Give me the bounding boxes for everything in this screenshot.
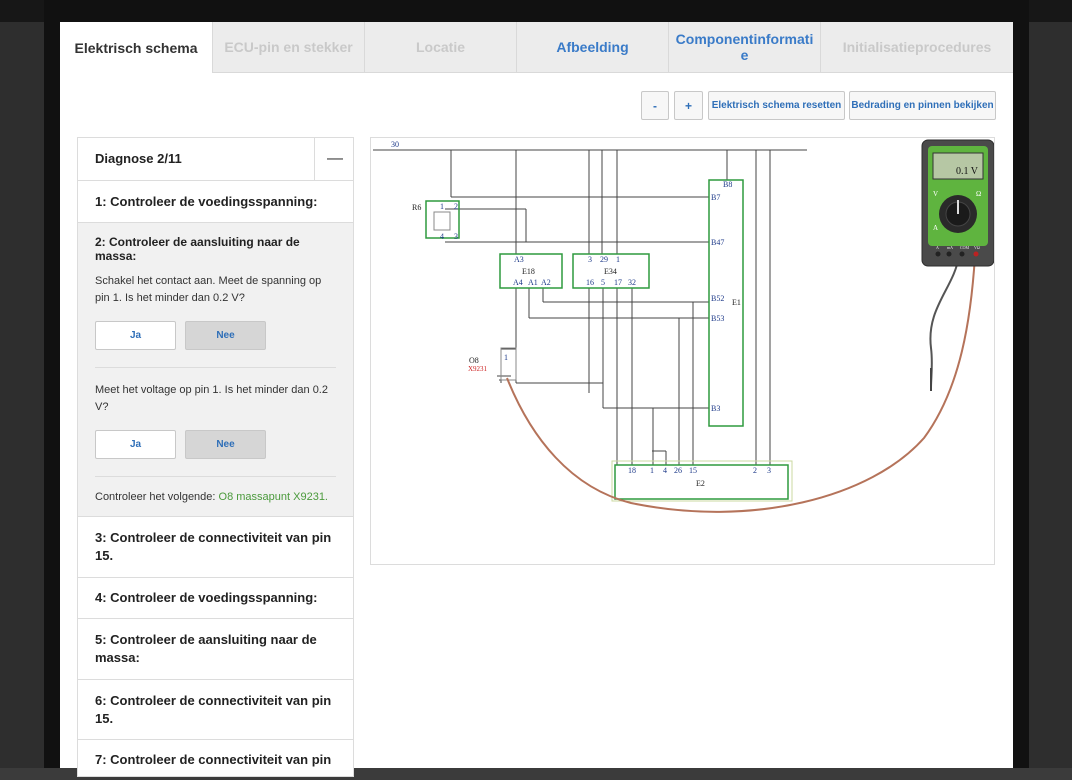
o8-name: O8 (469, 356, 479, 365)
collapse-button[interactable]: — (314, 138, 355, 180)
step-2-title: 2: Controleer de aansluiting naar de mas… (95, 235, 300, 263)
yes-button[interactable]: Ja (95, 321, 176, 350)
o8-sub: X9231 (468, 365, 488, 373)
e1-pin: B52 (711, 294, 724, 303)
diagnosis-title: Diagnose 2/11 (95, 151, 182, 166)
e34-top-pin: 3 (588, 255, 592, 264)
e2-pin: 2 (753, 466, 757, 475)
background-right (1029, 22, 1072, 768)
e1-pin: B8 (723, 180, 732, 189)
check-instruction: Controleer het volgende: O8 massapunt X9… (95, 491, 336, 503)
e18-pin: A4 (513, 278, 523, 287)
e34-top-pin: 1 (616, 255, 620, 264)
step-6[interactable]: 6: Controleer de connectiviteit van pin … (78, 680, 353, 740)
e1-pin: B53 (711, 314, 724, 323)
tab-componentinformatie[interactable]: Componentinformati e (668, 22, 820, 73)
r6-name: R6 (412, 203, 421, 212)
r6-pin: 2 (454, 202, 458, 211)
o8-pin: 1 (504, 353, 508, 362)
background-left (0, 22, 44, 768)
e2-pin: 3 (767, 466, 771, 475)
check-prefix: Controleer het volgende: (95, 491, 216, 503)
e18-name: E18 (522, 267, 535, 276)
e2-pin: 15 (689, 466, 697, 475)
step-3[interactable]: 3: Controleer de connectiviteit van pin … (78, 517, 353, 578)
e1-name: E1 (732, 298, 741, 307)
zoom-out-button[interactable]: - (641, 91, 669, 120)
e2-pin: 1 (650, 466, 654, 475)
step-1[interactable]: 1: Controleer de voedingsspanning: (78, 181, 353, 223)
tab-locatie: Locatie (364, 22, 516, 73)
e34-pin: 16 (586, 278, 594, 287)
r6-pin: 1 (440, 202, 444, 211)
r6-pin: 3 (454, 232, 458, 241)
divider (95, 476, 336, 477)
question-2: Meet het voltage op pin 1. Is het minder… (95, 384, 328, 413)
step-2-expanded: 2: Controleer de aansluiting naar de mas… (78, 223, 353, 517)
e34-pin: 5 (601, 278, 605, 287)
tab-afbeelding[interactable]: Afbeelding (516, 22, 668, 73)
step-5[interactable]: 5: Controleer de aansluiting naar de mas… (78, 619, 353, 680)
jack-label: A (936, 245, 939, 250)
e18-pin: A1 (528, 278, 538, 287)
e2-pin: 18 (628, 466, 636, 475)
black-probe-wire[interactable] (929, 255, 960, 389)
e34-name: E34 (604, 267, 617, 276)
diagnosis-header: Diagnose 2/11 — (78, 138, 353, 181)
question-1: Schakel het contact aan. Meet de spannin… (95, 275, 322, 304)
jack-label: mA (947, 245, 953, 250)
multimeter[interactable]: 0.1 V V Ω A A mA COM VΩ (921, 139, 995, 267)
main-panel: Elektrisch schema ECU-pin en stekker Loc… (60, 22, 1013, 777)
e1-pin: B3 (711, 404, 720, 413)
tab-ecu-pin: ECU-pin en stekker (212, 22, 364, 73)
view-wiring-button[interactable]: Bedrading en pinnen bekijken (849, 91, 996, 120)
e34-pin: 17 (614, 278, 622, 287)
jack-label: VΩ (974, 245, 980, 250)
tab-initialisatieprocedures: Initialisatieprocedures (820, 22, 1013, 73)
diagnosis-panel: Diagnose 2/11 — 1: Controleer de voeding… (77, 137, 354, 777)
jack-label: COM (960, 245, 970, 250)
e34-pin: 32 (628, 278, 636, 287)
step-7[interactable]: 7: Controleer de connectiviteit van pin (78, 740, 353, 780)
multimeter-reading: 0.1 V (956, 166, 979, 177)
wiring-schematic: 30 R6 1 2 4 3 A3 E18 A4 A1 A2 3 29 1 E34… (373, 139, 995, 513)
step-4[interactable]: 4: Controleer de voedingsspanning: (78, 578, 353, 619)
tab-bar: Elektrisch schema ECU-pin en stekker Loc… (60, 22, 1013, 73)
dial-label: A (933, 224, 938, 232)
rail-label: 30 (391, 140, 399, 149)
r6-pin: 4 (440, 232, 444, 241)
no-button[interactable]: Nee (185, 430, 266, 459)
red-probe-wire[interactable] (506, 255, 976, 513)
divider (95, 367, 336, 368)
schematic-canvas[interactable]: 30 R6 1 2 4 3 A3 E18 A4 A1 A2 3 29 1 E34… (370, 137, 995, 565)
e2-pin: 26 (674, 466, 682, 475)
dial-label: V (933, 190, 938, 198)
e1-pin: B7 (711, 193, 720, 202)
e2-name: E2 (696, 479, 705, 488)
answer-group-1: Ja Nee (95, 321, 336, 350)
e18-pin: A2 (541, 278, 551, 287)
check-target-link[interactable]: O8 massapunt X9231. (219, 491, 328, 503)
e34-top-pin: 29 (600, 255, 608, 264)
e18-top-pin: A3 (514, 255, 524, 264)
zoom-in-button[interactable]: + (674, 91, 703, 120)
answer-group-2: Ja Nee (95, 430, 336, 459)
reset-schema-button[interactable]: Elektrisch schema resetten (708, 91, 845, 120)
e1-pin: B47 (711, 238, 724, 247)
dial-label: Ω (976, 190, 981, 198)
no-button[interactable]: Nee (185, 321, 266, 350)
tab-elektrisch-schema[interactable]: Elektrisch schema (60, 22, 212, 73)
yes-button[interactable]: Ja (95, 430, 176, 459)
e2-pin: 4 (663, 466, 667, 475)
